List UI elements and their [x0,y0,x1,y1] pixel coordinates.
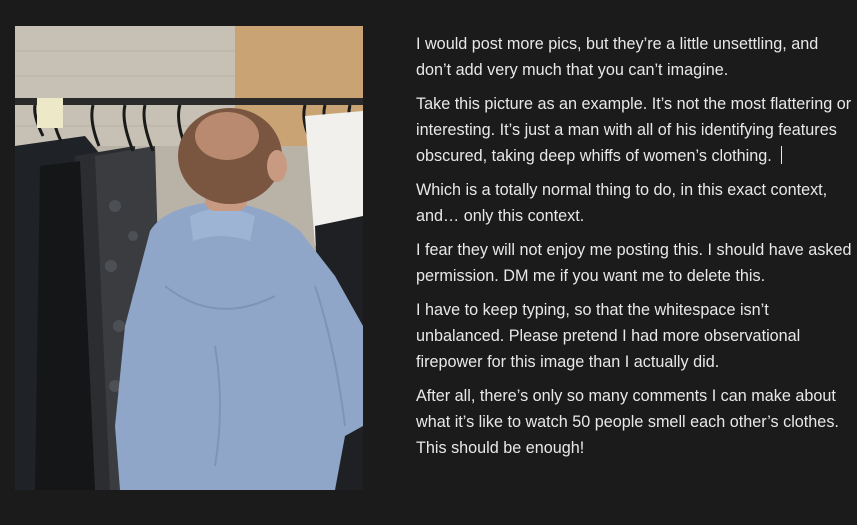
post-photo[interactable] [15,26,363,490]
paragraph-1: I would post more pics, but they’re a li… [416,35,819,79]
text-cursor [780,146,782,164]
paragraph-2-text: Take this picture as an example. It’s no… [416,95,852,165]
paragraph-6: After all, there’s only so many comments… [416,387,839,457]
paragraph-5: I have to keep typing, so that the white… [416,301,801,371]
photo-illustration [15,26,363,490]
post-text: I would post more pics, but they’re a li… [416,31,856,469]
paragraph-3: Which is a totally normal thing to do, i… [416,181,828,225]
paragraph-4: I fear they will not enjoy me posting th… [416,241,852,285]
paragraph-2: Take this picture as an example. It’s no… [416,91,856,169]
